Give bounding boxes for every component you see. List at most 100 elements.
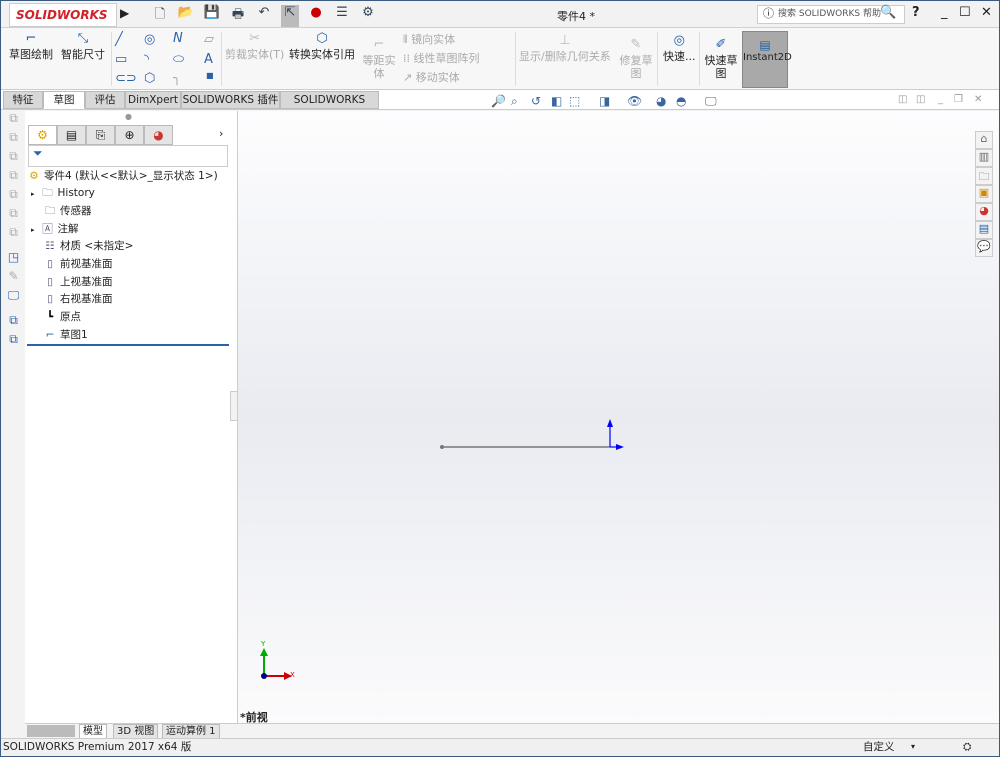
tab-3d-views[interactable]: 3D 视图 [113, 724, 159, 739]
tile-left-icon[interactable]: ◫ [898, 94, 907, 105]
open-icon[interactable]: 📂 [177, 5, 195, 27]
close-button[interactable]: ✕ [981, 5, 992, 20]
view-icon[interactable]: ⧉ [2, 149, 25, 168]
property-manager-tab[interactable]: ▤ [57, 125, 86, 145]
linear-pattern-button[interactable]: ⁞⁞ 线性草图阵列 [403, 52, 480, 65]
tab-features[interactable]: 特征 [3, 91, 43, 109]
zoom-to-fit-icon[interactable]: 🔎 [491, 94, 506, 108]
tree-item-annotations[interactable]: ▸ 🄰 注解 [31, 221, 79, 238]
tab-motion-study[interactable]: 运动算例 1 [162, 724, 220, 739]
arc-icon[interactable]: ◝ [144, 52, 149, 67]
sketch-endpoint[interactable] [440, 445, 444, 449]
sketch-edit-icon[interactable]: ✎ [2, 269, 25, 288]
display-style-icon[interactable]: ◨ [599, 94, 610, 108]
instant2d-button[interactable]: ▤ Instant2D [742, 31, 792, 88]
expand-icon[interactable]: ▸ [31, 190, 35, 198]
dimxpert-manager-tab[interactable]: ⊕ [115, 125, 144, 145]
expand-icon[interactable]: ▸ [31, 226, 35, 234]
options-icon[interactable]: ⚙ [359, 5, 377, 27]
select-icon[interactable]: ⇱ [281, 5, 299, 27]
home-icon[interactable]: ⌂ [975, 131, 993, 149]
repair-sketch-button[interactable]: ✎ 修复草图 [619, 38, 653, 80]
tab-model[interactable]: 模型 [79, 724, 107, 739]
ellipse-icon[interactable]: ⬭ [173, 52, 184, 67]
doc-minimize-button[interactable]: _ [938, 94, 943, 105]
layer-icon[interactable]: ⧉ [2, 332, 25, 351]
tab-mbd[interactable]: SOLIDWORKS MBD [280, 91, 379, 122]
undo-icon[interactable]: ↶ [255, 5, 273, 27]
units-dropdown-icon[interactable]: ▾ [911, 739, 915, 755]
monitor-icon[interactable]: 🖵 [2, 288, 25, 307]
quick-snaps-button[interactable]: ◎ 快速... [663, 34, 696, 63]
doc-close-button[interactable]: ✕ [974, 94, 982, 105]
search-icon[interactable]: 🔍 [880, 5, 896, 20]
file-properties-icon[interactable]: ☰ [333, 5, 351, 27]
minimize-button[interactable]: _ [941, 5, 948, 20]
rapid-sketch-button[interactable]: ✐ 快速草图 [703, 38, 739, 80]
plane-icon[interactable]: ▱ [204, 32, 214, 47]
convert-entities-button[interactable]: ⬡ 转换实体引用 [289, 32, 355, 61]
chevron-right-icon[interactable]: › [219, 127, 223, 140]
appearance-icon[interactable]: ◕ [656, 94, 666, 108]
tree-item-front-plane[interactable]: ▯ 前视基准面 [43, 256, 112, 273]
new-icon[interactable]: 🗋 [151, 5, 169, 27]
view-icon[interactable]: ⧉ [2, 225, 25, 244]
tree-item-origin[interactable]: ┗ 原点 [43, 309, 81, 326]
line-icon[interactable]: ╱ [115, 32, 123, 47]
scene-icon[interactable]: ◓ [676, 94, 686, 108]
doc-restore-button[interactable]: ❐ [954, 94, 963, 105]
move-entities-button[interactable]: ↗ 移动实体 [403, 71, 460, 84]
panel-collapse-handle[interactable] [230, 391, 238, 421]
fillet-icon[interactable]: ╮ [173, 71, 181, 86]
custom-properties-icon[interactable]: ▤ [975, 221, 993, 239]
tree-item-material[interactable]: ☷ 材质 <未指定> [43, 238, 133, 255]
configuration-manager-tab[interactable]: ⎘ [86, 125, 115, 145]
tree-item-history[interactable]: ▸ 🗀 History [31, 185, 95, 202]
tile-right-icon[interactable]: ◫ [916, 94, 925, 105]
tree-item-sensors[interactable]: 🗀 传感器 [43, 203, 92, 220]
tree-item-top-plane[interactable]: ▯ 上视基准面 [43, 274, 112, 291]
forum-icon[interactable]: 💬 [975, 239, 993, 257]
view-palette-icon[interactable]: ▣ [975, 185, 993, 203]
tree-root[interactable]: ⚙ 零件4 (默认<<默认>_显示状态 1>) [27, 168, 217, 185]
circle-icon[interactable]: ◎ [144, 32, 155, 47]
tab-sketch[interactable]: 草图 [43, 91, 85, 109]
tab-evaluate[interactable]: 评估 [85, 91, 125, 109]
rebuild-status-icon[interactable]: ⛭ [963, 739, 971, 755]
rebuild-icon[interactable]: ● [307, 5, 325, 27]
file-explorer-icon[interactable]: 🗀 [975, 167, 993, 185]
trim-button[interactable]: ✂ 剪裁实体(T) [225, 32, 284, 61]
help-button[interactable]: ? [912, 5, 920, 20]
sketch-button[interactable]: ⌐ 草图绘制 [9, 32, 53, 61]
relations-button[interactable]: ⊥ 显示/删除几何关系 [519, 34, 611, 63]
previous-view-icon[interactable]: ↺ [531, 94, 541, 108]
save-icon[interactable]: 💾 [203, 5, 221, 27]
graphics-area[interactable]: Y X *前视 [238, 111, 999, 724]
print-icon[interactable]: 🖶 [229, 5, 247, 27]
rollback-bar[interactable] [27, 344, 229, 346]
hide-show-icon[interactable]: 👁 [627, 94, 642, 108]
slot-icon[interactable]: ⊂⊃ [115, 71, 137, 86]
display-icon[interactable]: 🖵 [705, 94, 717, 109]
panel-splitter[interactable]: ● [125, 112, 132, 121]
text-icon[interactable]: A [204, 52, 213, 67]
layer-icon[interactable]: ⧉ [2, 313, 25, 332]
rectangle-icon[interactable]: ▭ [115, 52, 127, 67]
view-icon[interactable]: ⧉ [2, 206, 25, 225]
point-icon[interactable]: ■ [206, 71, 214, 80]
view-icon[interactable]: ⧉ [2, 130, 25, 149]
offset-button[interactable]: ⌐ 等距实体 [361, 38, 397, 80]
feature-manager-tab[interactable]: ⚙ [28, 125, 57, 145]
tab-scroll-arrows[interactable] [27, 725, 75, 737]
solidworks-logo[interactable]: SOLIDWORKS [9, 3, 117, 27]
appearances-icon[interactable]: ◕ [975, 203, 993, 221]
section-view-icon[interactable]: ◧ [551, 94, 562, 108]
units-selector[interactable]: 自定义 [863, 739, 895, 755]
mirror-button[interactable]: ⫴ 镜向实体 [403, 33, 455, 46]
display-manager-tab[interactable]: ◕ [144, 125, 173, 145]
tab-dimxpert[interactable]: DimXpert [125, 91, 181, 109]
view-orientation-icon[interactable]: ⬚ [569, 94, 580, 108]
design-library-icon[interactable]: ▥ [975, 149, 993, 167]
sketch-edit-icon[interactable]: ◳ [2, 250, 25, 269]
polygon-icon[interactable]: ⬡ [144, 71, 155, 86]
